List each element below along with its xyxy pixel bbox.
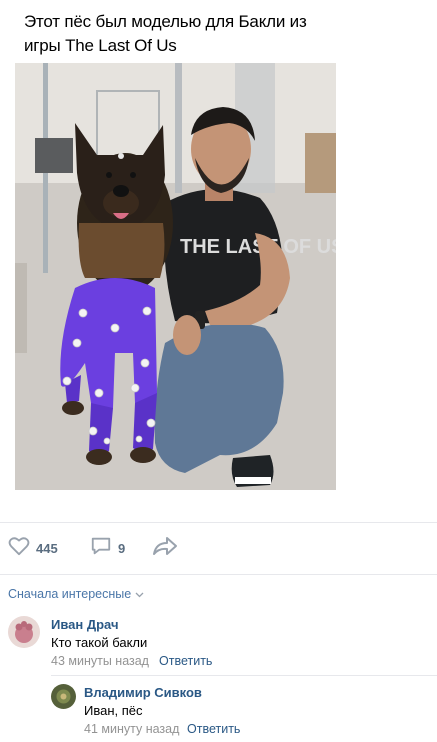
comment-timestamp[interactable]: 43 минуты назад [51,654,149,668]
reply-button[interactable]: Ответить [159,654,212,668]
post-divider [0,522,437,523]
comment-divider [51,675,437,676]
comment-text: Иван, пёс [84,703,143,718]
share-icon [152,536,178,561]
post-actions-bar: 445 9 [0,530,437,566]
comment-item: Владимир Сивков Иван, пёс 41 минуту наза… [0,680,437,740]
comments-count: 9 [118,540,126,556]
comments-sort-label: Сначала интересные [8,587,132,601]
post-text: Этот пёс был моделью для Бакли из игры T… [24,12,307,55]
like-button[interactable]: 445 [8,530,58,566]
comment-button[interactable]: 9 [90,530,125,566]
comment-author[interactable]: Иван Драч [51,617,119,632]
reply-button[interactable]: Ответить [187,722,240,736]
likes-count: 445 [36,540,58,556]
share-button[interactable] [152,530,178,566]
avatar[interactable] [51,684,76,709]
actions-divider [0,574,437,575]
comment-author[interactable]: Владимир Сивков [84,685,202,700]
avatar[interactable] [8,616,40,648]
comments-sort-dropdown[interactable]: Сначала интересные [8,587,144,601]
chevron-down-icon [135,587,144,601]
comment-icon [90,535,112,562]
comment-item: Иван Драч Кто такой бакли 43 минуты наза… [0,612,437,672]
post-image[interactable]: THE LAST OF US [15,63,336,490]
comment-timestamp[interactable]: 41 минуту назад [84,722,179,736]
comment-text: Кто такой бакли [51,635,148,650]
heart-icon [8,536,30,561]
